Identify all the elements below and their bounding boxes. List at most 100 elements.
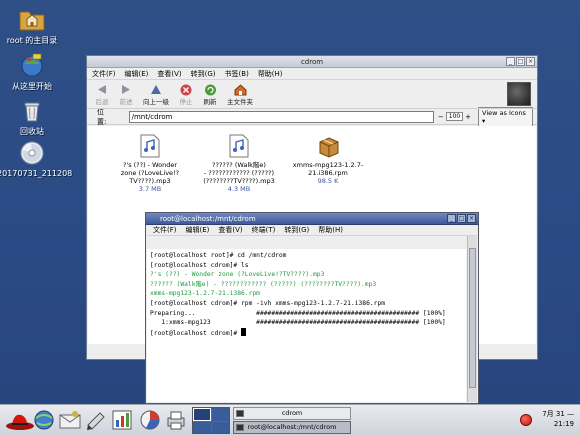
zoom-out-button[interactable]: − — [438, 113, 444, 121]
window-titlebar[interactable]: root@localhost:/mnt/cdrom _ □ × — [146, 213, 478, 225]
terminal-line: ?'s (??) - Wonder zone (?LoveLive!?TV???… — [150, 271, 325, 279]
launcher-browser[interactable] — [32, 408, 56, 432]
menu-view[interactable]: 查看(V) — [218, 225, 242, 235]
desktop-icon-cdrom[interactable]: 20170731_211208 — [0, 140, 72, 178]
reload-label: 刷新 — [203, 98, 217, 106]
menu-go[interactable]: 转到(G) — [191, 68, 216, 79]
stop-button[interactable]: 停止 — [179, 83, 193, 106]
reload-icon — [203, 83, 217, 96]
launcher-email[interactable] — [58, 408, 82, 432]
close-button[interactable]: × — [526, 57, 535, 66]
activity-throbber-icon — [507, 82, 531, 106]
file-name-line: ?????? (Walk階e) — [212, 161, 266, 169]
menu-bookmarks[interactable]: 书签(B) — [225, 68, 249, 79]
menu-file[interactable]: 文件(F) — [92, 68, 116, 79]
launcher-calc[interactable] — [110, 408, 134, 432]
menu-edit[interactable]: 编辑(E) — [125, 68, 149, 79]
menu-help[interactable]: 帮助(H) — [318, 225, 343, 235]
menu-help[interactable]: 帮助(H) — [258, 68, 283, 79]
presentation-icon — [140, 410, 160, 430]
menu-file[interactable]: 文件(F) — [153, 225, 177, 235]
workspace-2[interactable] — [211, 408, 229, 421]
forward-label: 前进 — [119, 98, 133, 106]
home-button[interactable]: 主文件夹 — [227, 83, 253, 106]
email-icon — [59, 411, 81, 429]
up-arrow-icon — [149, 83, 163, 96]
maximize-button[interactable]: □ — [457, 214, 466, 223]
maximize-button[interactable]: □ — [516, 57, 525, 66]
up-label: 向上一级 — [143, 98, 169, 106]
back-button[interactable]: 后退 — [95, 83, 109, 106]
desktop-icon-home[interactable]: root 的主目录 — [0, 6, 67, 46]
terminal-line: [root@localhost root]# cd /mnt/cdrom — [150, 252, 287, 259]
terminal-cursor — [241, 327, 246, 336]
up-button[interactable]: 向上一级 — [143, 83, 169, 106]
home-icon — [233, 83, 247, 96]
clock[interactable]: 7月 31 — 21:19 — [538, 409, 574, 429]
window-list: cdrom root@localhost:/mnt/cdrom — [233, 407, 351, 435]
reload-button[interactable]: 刷新 — [203, 83, 217, 106]
terminal-line: [root@localhost cdrom]# — [150, 327, 463, 339]
file-name-line: 21.i386.rpm — [308, 169, 348, 177]
forward-button[interactable]: 前进 — [119, 83, 133, 106]
desktop-icon-start-here[interactable]: 从这里开始 — [0, 52, 67, 92]
back-arrow-icon — [95, 83, 109, 96]
folder-icon — [236, 410, 244, 417]
terminal-scrollbar[interactable] — [467, 236, 477, 402]
file-name-line: ?'s (??) - Wonder — [122, 161, 178, 169]
menubar: 文件(F) 编辑(E) 查看(V) 终端(T) 转到(G) 帮助(H) — [147, 225, 477, 236]
scrollbar-thumb[interactable] — [469, 248, 476, 388]
printer-icon — [167, 411, 185, 430]
file-name-line: zone (?LoveLive!? — [120, 169, 180, 177]
close-button[interactable]: × — [467, 214, 476, 223]
workspace-4[interactable] — [211, 422, 229, 433]
menu-edit[interactable]: 编辑(E) — [186, 225, 210, 235]
minimize-button[interactable]: _ — [447, 214, 456, 223]
task-button-filemanager[interactable]: cdrom — [233, 407, 351, 420]
file-item[interactable]: xmms-mpg123-1.2.7- 21.i386.rpm 98.5 K — [282, 130, 374, 185]
desktop-icon-label: root 的主目录 — [6, 36, 58, 45]
stop-label: 停止 — [179, 98, 193, 106]
desktop-icon-label: 从这里开始 — [12, 82, 52, 91]
bottom-panel: cdrom root@localhost:/mnt/cdrom 7月 31 — … — [0, 404, 580, 435]
window-title: cdrom — [300, 58, 324, 66]
location-label: 位置: — [97, 107, 107, 126]
desktop-icon-trash[interactable]: 回收站 — [0, 97, 67, 137]
menu-view[interactable]: 查看(V) — [157, 68, 181, 79]
terminal-line: xmms-mpg123-1.2.7-21.i386.rpm — [150, 290, 260, 298]
desktop-icon-label: 回收站 — [20, 127, 44, 136]
workspace-1[interactable] — [193, 408, 211, 421]
update-alert-icon[interactable] — [520, 414, 532, 426]
window-titlebar[interactable]: cdrom _ □ × — [87, 56, 537, 68]
location-input[interactable]: /mnt/cdrom — [128, 110, 434, 123]
folder-home-icon — [18, 6, 46, 32]
forward-arrow-icon — [119, 83, 133, 96]
terminal-icon — [236, 424, 244, 431]
view-as-dropdown[interactable]: View as Icons ▾ — [478, 106, 533, 127]
menu-terminal[interactable]: 终端(T) — [252, 225, 276, 235]
workspace-3[interactable] — [193, 422, 211, 433]
start-here-icon — [18, 52, 46, 78]
view-as-label: View as Icons — [482, 108, 526, 117]
task-label: cdrom — [281, 409, 303, 417]
writer-icon — [87, 412, 105, 430]
launcher-writer[interactable] — [84, 408, 108, 432]
minimize-button[interactable]: _ — [506, 57, 515, 66]
file-item[interactable]: ?'s (??) - Wonder zone (?LoveLive!? TV??… — [104, 130, 196, 193]
launcher-impress[interactable] — [138, 408, 162, 432]
launcher-print[interactable] — [164, 408, 188, 432]
zoom-control: − 100 + — [438, 112, 471, 121]
terminal-output[interactable]: [root@localhost root]# cd /mnt/cdrom [roo… — [147, 249, 466, 402]
workspace-switcher[interactable] — [192, 407, 230, 434]
file-size: 4.3 MB — [227, 185, 251, 193]
task-button-terminal[interactable]: root@localhost:/mnt/cdrom — [233, 421, 351, 434]
menu-go[interactable]: 转到(G) — [284, 225, 309, 235]
task-label: root@localhost:/mnt/cdrom — [247, 423, 337, 431]
file-item[interactable]: ?????? (Walk階e) - ???????????? (?????) (… — [193, 130, 285, 193]
main-menu-button[interactable] — [4, 408, 34, 432]
zoom-level[interactable]: 100 — [445, 112, 464, 121]
terminal-line: 1:xmms-mpg123 ##########################… — [150, 319, 446, 327]
clock-date: 7月 31 — — [542, 410, 574, 418]
back-label: 后退 — [95, 98, 109, 106]
zoom-in-button[interactable]: + — [465, 113, 471, 121]
